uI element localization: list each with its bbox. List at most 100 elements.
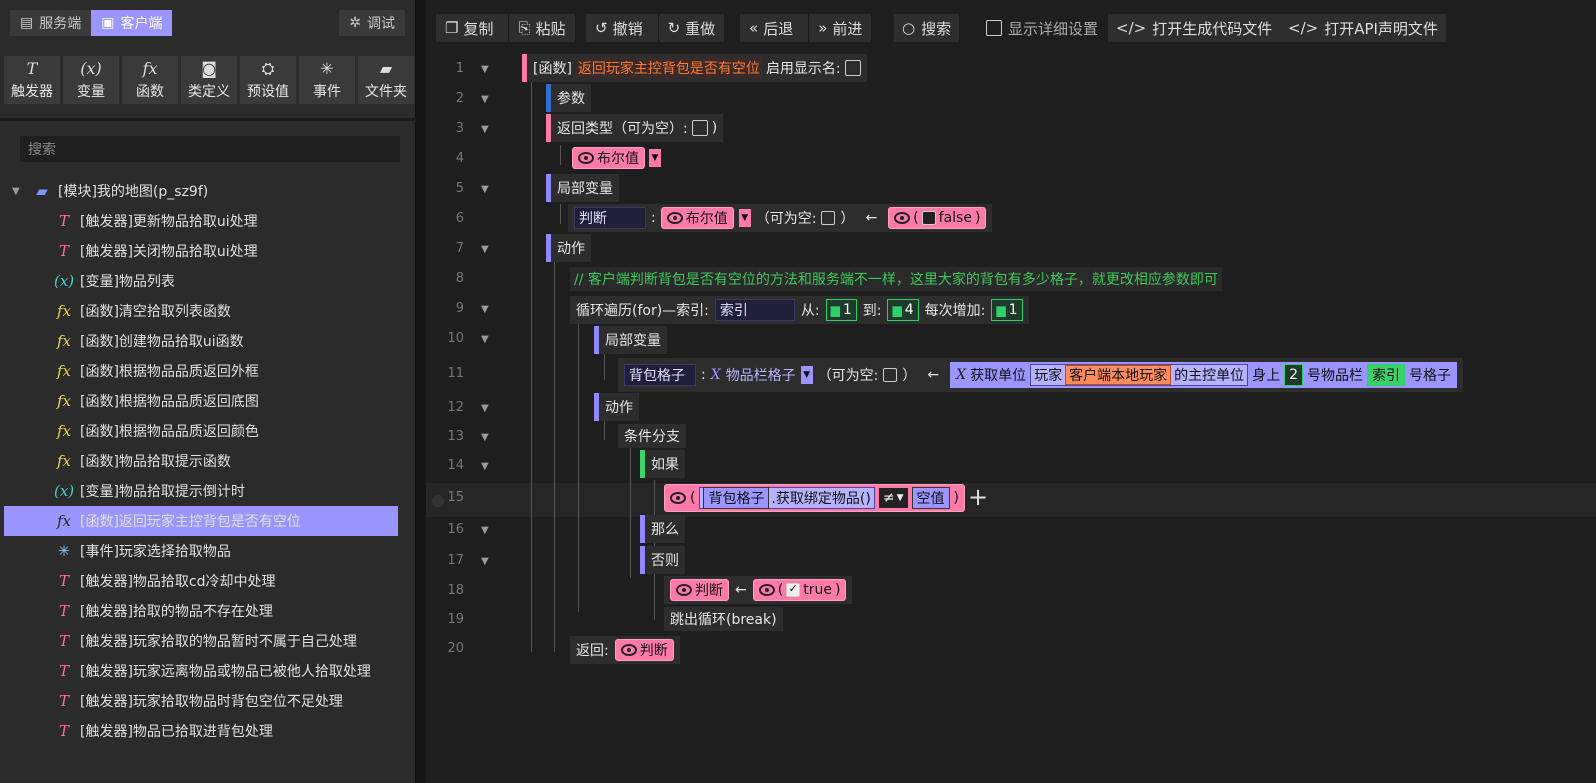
fold-arrow-icon[interactable]: ▼ xyxy=(481,244,489,255)
tree-item[interactable]: T [触发器]玩家拾取物品时背包空位不足处理 xyxy=(0,686,416,716)
inner-actions-block[interactable]: 动作 xyxy=(594,393,639,421)
tree-item[interactable]: T [触发器]拾取的物品不存在处理 xyxy=(0,596,416,626)
tree-item-selected[interactable]: fx [函数]返回玩家主控背包是否有空位 xyxy=(4,506,398,536)
if-block[interactable]: 如果 xyxy=(640,450,685,478)
null-value[interactable]: 空值 xyxy=(911,487,950,509)
tree-item[interactable]: fx [函数]根据物品品质返回颜色 xyxy=(0,416,416,446)
tool-variable[interactable]: (x) 变量 xyxy=(63,56,119,104)
local-player[interactable]: 客户端本地玩家 xyxy=(1065,365,1172,385)
player-main-unit[interactable]: 玩家 客户端本地玩家 的主控单位 xyxy=(1030,364,1249,386)
tool-function[interactable]: fx 函数 xyxy=(122,56,178,104)
tree-item[interactable]: T [触发器]玩家远离物品或物品已被他人拾取处理 xyxy=(0,656,416,686)
tab-server[interactable]: ▤ 服务端 xyxy=(10,10,92,36)
open-api-button[interactable]: </> 打开API声明文件 xyxy=(1280,14,1446,42)
from-value[interactable]: ▆ 1 xyxy=(825,299,857,321)
tool-event[interactable]: ✳ 事件 xyxy=(299,56,355,104)
fold-arrow-icon[interactable]: ▼ xyxy=(481,334,489,345)
comment[interactable]: // 客户端判断背包是否有空位的方法和服务端不一样，这里大家的背包有多少格子，就… xyxy=(570,267,1222,291)
true-checkbox[interactable]: ✓ xyxy=(786,583,801,597)
tab-client[interactable]: ▣ 客户端 xyxy=(91,10,173,36)
inner-local-vars-block[interactable]: 局部变量 xyxy=(594,326,667,354)
var-ref[interactable]: 判断 xyxy=(670,579,729,601)
panel-divider[interactable] xyxy=(416,0,426,783)
return-block[interactable]: 返回: 判断 xyxy=(570,636,680,664)
method-call[interactable]: 背包格子 .获取绑定物品() xyxy=(699,487,875,509)
search-button[interactable]: ○ 搜索 xyxy=(894,14,960,42)
if-branch-block[interactable]: 条件分支 xyxy=(618,424,686,448)
tree-item[interactable]: fx [函数]根据物品品质返回外框 xyxy=(0,356,416,386)
actions-block[interactable]: 动作 xyxy=(546,234,591,262)
var-name-input[interactable]: 判断 xyxy=(574,207,646,229)
tree-item[interactable]: T [触发器]玩家拾取的物品暂时不属于自己处理 xyxy=(0,626,416,656)
tool-folder[interactable]: ▰ 文件夹 xyxy=(358,56,414,104)
get-slot-expr[interactable]: X 获取单位 玩家 客户端本地玩家 的主控单位 身上 2 号物品栏 索引 号格子 xyxy=(950,362,1458,388)
break-block[interactable]: 跳出循环(break) xyxy=(664,607,783,631)
fold-arrow-icon[interactable]: ▼ xyxy=(481,403,489,414)
local-vars-block[interactable]: 局部变量 xyxy=(546,174,619,202)
tree-item[interactable]: fx [函数]根据物品品质返回底图 xyxy=(0,386,416,416)
bool-value[interactable]: (false) xyxy=(888,207,987,229)
undo-button[interactable]: ↺ 撤销 xyxy=(586,14,652,42)
function-block[interactable]: [函数] 返回玩家主控背包是否有空位 启用显示名: xyxy=(522,54,867,82)
paste-button[interactable]: ⎘ 粘贴 xyxy=(508,14,574,42)
tree-item[interactable]: (x) [变量]物品拾取提示倒计时 xyxy=(0,476,416,506)
nullable-checkbox[interactable] xyxy=(821,211,836,225)
show-name-checkbox[interactable] xyxy=(844,60,861,76)
fold-arrow-icon[interactable]: ▼ xyxy=(481,556,489,567)
tool-preset[interactable]: ⛭ 预设值 xyxy=(240,56,296,104)
tool-trigger[interactable]: T 触发器 xyxy=(4,56,60,104)
fold-arrow-icon[interactable]: ▼ xyxy=(481,304,489,315)
function-name[interactable]: 返回玩家主控背包是否有空位 xyxy=(575,58,762,78)
fold-arrow-icon[interactable]: ▼ xyxy=(481,94,489,105)
debug-button[interactable]: ✲ 调试 xyxy=(339,10,405,36)
bool-type-pill[interactable]: 布尔值 xyxy=(660,207,734,229)
return-type-block[interactable]: 返回类型（可为空）:) xyxy=(546,114,724,142)
tree-root[interactable]: ▼ ▰ [模块]我的地图(p_sz9f) xyxy=(0,176,416,206)
fold-arrow-icon[interactable]: ▼ xyxy=(481,64,489,75)
fold-arrow-icon[interactable]: ▼ xyxy=(481,432,489,443)
tree-item[interactable]: T [触发器]物品拾取cd冷却中处理 xyxy=(0,566,416,596)
nullable-checkbox[interactable] xyxy=(691,120,708,136)
tool-class[interactable]: ◙ 类定义 xyxy=(181,56,237,104)
checkbox[interactable] xyxy=(986,20,1002,36)
tree-item[interactable]: fx [函数]清空拾取列表函数 xyxy=(0,296,416,326)
chevron-down-icon[interactable]: ▼ xyxy=(800,366,813,384)
tree-item[interactable]: ✳ [事件]玩家选择拾取物品 xyxy=(0,536,416,566)
fold-arrow-icon[interactable]: ▼ xyxy=(481,461,489,472)
for-loop-block[interactable]: 循环遍历(for)—索引: 索引 从: ▆ 1 到: ▆ 4 每次增加: ▆ 1 xyxy=(570,296,1029,324)
fold-arrow-icon[interactable]: ▼ xyxy=(481,184,489,195)
loop-index-input[interactable]: 索引 xyxy=(714,299,795,321)
else-block[interactable]: 否则 xyxy=(640,546,685,574)
open-code-button[interactable]: </> 打开生成代码文件 xyxy=(1108,14,1281,42)
var-ref[interactable]: 判断 xyxy=(614,639,674,661)
chevron-down-icon[interactable]: ▼ xyxy=(649,149,661,167)
tree-item[interactable]: (x) [变量]物品列表 xyxy=(0,266,416,296)
forward-button[interactable]: » 前进 xyxy=(808,14,871,42)
false-checkbox[interactable] xyxy=(921,211,936,225)
var-name-input[interactable]: 背包格子 xyxy=(624,364,696,386)
fold-arrow-icon[interactable]: ▼ xyxy=(481,525,489,536)
slot-number[interactable]: 2 xyxy=(1284,364,1304,386)
condition-expr[interactable]: ( 背包格子 .获取绑定物品() ≠ ▼ 空值) xyxy=(664,484,965,512)
back-button[interactable]: «后退 xyxy=(740,14,802,42)
fold-arrow-icon[interactable]: ▼ xyxy=(481,124,489,135)
tree-item[interactable]: fx [函数]创建物品拾取ui函数 xyxy=(0,326,416,356)
chevron-down-icon[interactable]: ▼ xyxy=(738,209,751,227)
index-ref[interactable]: 索引 xyxy=(1367,364,1406,386)
to-value[interactable]: ▆ 4 xyxy=(887,299,919,321)
nullable-checkbox[interactable] xyxy=(883,368,898,382)
show-detail-toggle[interactable]: 显示详细设置 xyxy=(978,14,1106,42)
tree-item[interactable]: T [触发器]更新物品拾取ui处理 xyxy=(0,206,416,236)
operator-dropdown[interactable]: ≠ ▼ xyxy=(878,488,908,508)
tree-item[interactable]: T [触发器]物品已拾取进背包处理 xyxy=(0,716,416,746)
params-block[interactable]: 参数 xyxy=(546,84,591,112)
bool-value[interactable]: (✓ true) xyxy=(752,579,847,601)
tree-item[interactable]: T [触发器]关闭物品拾取ui处理 xyxy=(0,236,416,266)
search-input[interactable]: 搜索 xyxy=(20,136,400,162)
then-block[interactable]: 那么 xyxy=(640,515,685,543)
step-value[interactable]: ▆ 1 xyxy=(991,299,1023,321)
tree-item[interactable]: fx [函数]物品拾取提示函数 xyxy=(0,446,416,476)
add-icon[interactable]: + xyxy=(968,483,988,511)
copy-button[interactable]: ❐ 复制 xyxy=(436,14,502,42)
redo-button[interactable]: ↻ 重做 xyxy=(657,14,725,42)
